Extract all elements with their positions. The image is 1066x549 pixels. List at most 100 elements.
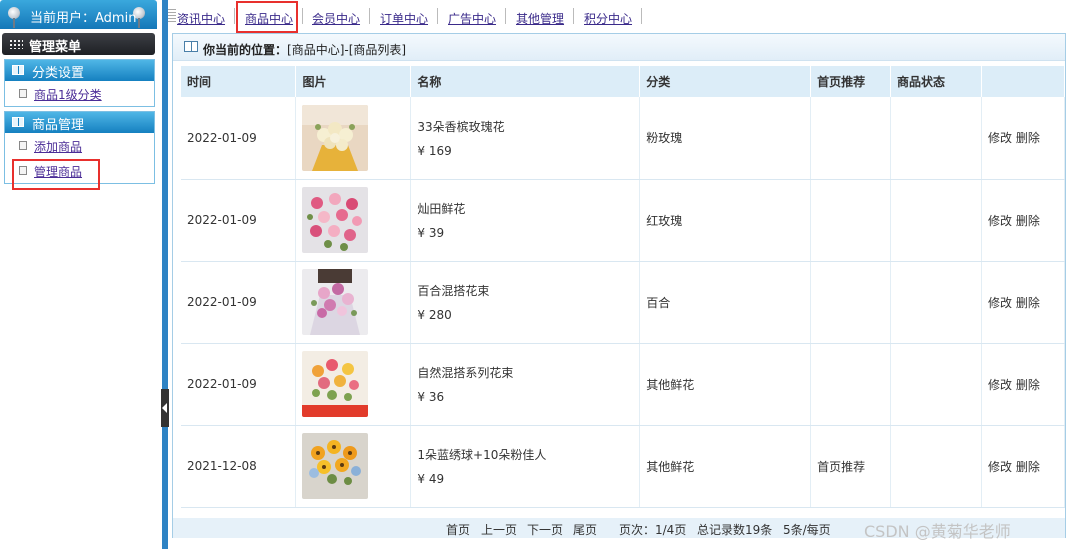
cell-status	[890, 179, 982, 262]
delete-button[interactable]: 删除	[1016, 131, 1040, 145]
product-price: ¥ 49	[417, 472, 445, 486]
table-row: 2022-01-09 33朵香槟玫瑰花 ¥ 169 粉玫瑰 修改 删除	[181, 97, 1066, 180]
edit-button[interactable]: 修改	[988, 131, 1012, 145]
sidebar-link-add-product[interactable]: 添加商品	[34, 138, 82, 155]
cell-status	[890, 425, 982, 508]
product-image[interactable]	[302, 187, 369, 253]
cell-category: 其他鲜花	[639, 425, 812, 508]
product-image[interactable]	[302, 433, 369, 499]
per-page-info: 5条/每页	[783, 523, 831, 537]
collapse-arrow-icon[interactable]	[161, 389, 169, 427]
delete-button[interactable]: 删除	[1016, 460, 1040, 474]
group-title: 商品管理	[32, 118, 85, 133]
top-nav: 资讯中心 商品中心 会员中心 订单中心 广告中心 其他管理 积分中心	[168, 0, 1066, 33]
breadcrumb-path: [商品中心]-[商品列表]	[287, 43, 407, 57]
sidebar-item-add-product: 添加商品	[5, 133, 154, 158]
product-price: ¥ 36	[417, 390, 445, 404]
last-page-link[interactable]: 尾页	[573, 521, 597, 538]
product-name: 灿田鲜花	[417, 202, 466, 216]
cell-featured	[810, 97, 892, 180]
group-title: 分类设置	[32, 66, 85, 81]
nav-tab-news[interactable]: 资讯中心	[177, 10, 225, 27]
breadcrumb-prefix: 你当前的位置：	[203, 43, 288, 57]
cell-status	[890, 261, 982, 344]
cell-featured	[810, 261, 892, 344]
cell-date: 2022-01-09	[181, 179, 297, 262]
next-page-link[interactable]: 下一页	[527, 521, 563, 538]
page-info: 页次：1/4页	[619, 523, 687, 537]
document-icon	[19, 87, 32, 98]
delete-button[interactable]: 删除	[1016, 214, 1040, 228]
delete-button[interactable]: 删除	[1016, 378, 1040, 392]
delete-button[interactable]: 删除	[1016, 296, 1040, 310]
edit-button[interactable]: 修改	[988, 296, 1012, 310]
highlight-box-manage-products	[12, 159, 100, 190]
prev-page-link[interactable]: 上一页	[481, 521, 517, 538]
product-image[interactable]	[302, 351, 369, 417]
nav-tab-points[interactable]: 积分中心	[584, 10, 632, 27]
table-row: 2021-12-08 1朵蓝绣球+10朵粉佳人 ¥ 49 其他鲜花 首页推荐 修改…	[181, 425, 1066, 508]
product-name: 33朵香槟玫瑰花	[417, 119, 505, 134]
nav-divider	[302, 8, 303, 24]
group-header-products[interactable]: 商品管理	[5, 112, 154, 133]
highlight-box-products-tab	[236, 1, 298, 33]
cell-featured	[810, 343, 892, 426]
sidebar-item-category-level1: 商品1级分类	[5, 81, 154, 106]
pin-icon	[8, 7, 20, 28]
edit-button[interactable]: 修改	[988, 378, 1012, 392]
table-row: 2022-01-09 自然混搭系列花束 ¥ 36 其他鲜花 修改 删除	[181, 343, 1066, 426]
product-name: 百合混搭花束	[417, 284, 490, 298]
nav-tab-members[interactable]: 会员中心	[312, 10, 360, 27]
cell-date: 2022-01-09	[181, 261, 297, 344]
main-panel: 你当前的位置：[商品中心]-[商品列表] 时间 图片 名称 分类 首页推荐 商品…	[172, 33, 1066, 538]
product-name: 自然混搭系列花束	[417, 366, 514, 380]
product-price: ¥ 169	[417, 143, 452, 158]
table-header-row: 时间 图片 名称 分类 首页推荐 商品状态	[181, 66, 1066, 97]
col-header-actions	[981, 66, 1066, 97]
cell-date: 2022-01-09	[181, 343, 297, 426]
book-icon	[12, 117, 24, 127]
col-header-status: 商品状态	[890, 66, 982, 97]
nav-divider	[641, 8, 642, 24]
col-header-name: 名称	[410, 66, 641, 97]
frame-splitter[interactable]	[162, 0, 168, 549]
product-price: ¥ 39	[417, 226, 445, 240]
sidebar-link-category-level1[interactable]: 商品1级分类	[34, 86, 102, 103]
nav-tab-other[interactable]: 其他管理	[516, 10, 564, 27]
col-header-category: 分类	[639, 66, 812, 97]
cell-featured: 首页推荐	[810, 425, 892, 508]
table-row: 2022-01-09 百合混搭花束 ¥ 280 百合 修改 删除	[181, 261, 1066, 344]
nav-divider	[573, 8, 574, 24]
book-icon	[12, 65, 24, 75]
cell-category: 百合	[639, 261, 812, 344]
breadcrumb: 你当前的位置：[商品中心]-[商品列表]	[173, 34, 1065, 61]
col-header-date: 时间	[181, 66, 297, 97]
menu-lines-icon	[168, 9, 176, 23]
current-user-bar: 当前用户：Admin	[0, 0, 157, 29]
total-records: 总记录数19条	[697, 523, 773, 537]
cell-featured	[810, 179, 892, 262]
current-user-label: 当前用户：Admin	[30, 11, 137, 26]
cell-date: 2022-01-09	[181, 97, 297, 180]
product-image[interactable]	[302, 269, 369, 335]
menu-title: 管理菜单	[29, 40, 82, 55]
nav-tab-orders[interactable]: 订单中心	[380, 10, 428, 27]
product-price: ¥ 280	[417, 308, 452, 322]
first-page-link[interactable]: 首页	[446, 521, 470, 538]
product-image[interactable]	[302, 104, 369, 171]
edit-button[interactable]: 修改	[988, 460, 1012, 474]
col-header-image: 图片	[295, 66, 412, 97]
product-name: 1朵蓝绣球+10朵粉佳人	[417, 448, 547, 462]
left-sidebar: 当前用户：Admin 管理菜单 分类设置 商品1级分类 商品管理 添加商品 管理…	[0, 0, 162, 549]
grid-icon	[9, 39, 23, 49]
nav-tab-ads[interactable]: 广告中心	[448, 10, 496, 27]
cell-category: 粉玫瑰	[639, 97, 812, 180]
watermark: CSDN @黄菊华老师	[864, 522, 1011, 541]
menu-title-bar: 管理菜单	[2, 33, 155, 55]
nav-divider	[437, 8, 438, 24]
edit-button[interactable]: 修改	[988, 214, 1012, 228]
col-header-featured: 首页推荐	[810, 66, 892, 97]
document-icon	[19, 139, 32, 150]
group-header-category[interactable]: 分类设置	[5, 60, 154, 81]
table-row: 2022-01-09 灿田鲜花 ¥ 39 红玫瑰 修改 删除	[181, 179, 1066, 262]
